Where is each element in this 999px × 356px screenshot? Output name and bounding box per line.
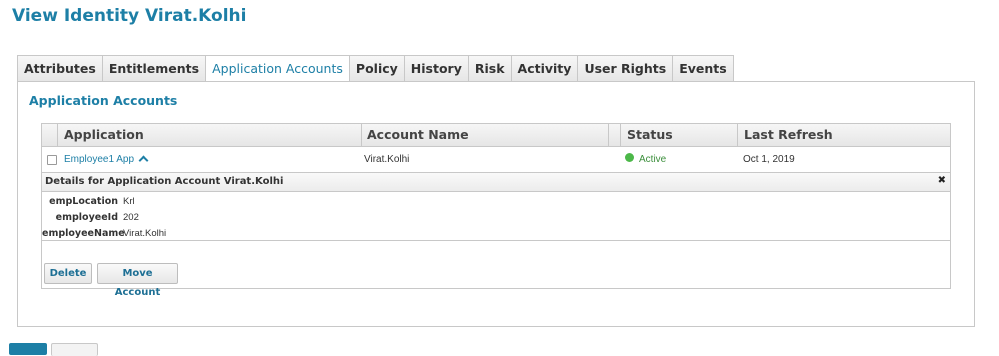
chevron-up-icon[interactable]: [138, 155, 149, 166]
tab-entitlements[interactable]: Entitlements: [101, 55, 206, 82]
account-name-cell: Virat.Kolhi: [364, 154, 410, 165]
tab-activity[interactable]: Activity: [510, 55, 578, 82]
tab-bar: Attributes Entitlements Application Acco…: [17, 55, 734, 83]
application-name[interactable]: Employee1 App: [64, 154, 134, 165]
attribute-value: Krl: [123, 196, 135, 207]
tab-risk[interactable]: Risk: [467, 55, 511, 82]
column-header-status[interactable]: Status: [621, 124, 738, 146]
table-row[interactable]: Employee1 App Virat.Kolhi Active Oct 1, …: [42, 147, 950, 171]
move-account-button[interactable]: Move Account: [97, 263, 178, 298]
section-title: Application Accounts: [29, 93, 178, 108]
column-separator: [57, 124, 58, 146]
accounts-grid: Application Account Name Status Last Ref…: [41, 123, 951, 298]
attribute-key: employeeName: [42, 228, 125, 239]
details-header: Details for Application Account Virat.Ko…: [42, 172, 950, 192]
column-header-last-refresh[interactable]: Last Refresh: [738, 124, 938, 146]
tab-application-accounts[interactable]: Application Accounts: [205, 55, 349, 83]
tab-history[interactable]: History: [403, 55, 468, 82]
status-dot-icon: [625, 153, 634, 162]
grid-header: Application Account Name Status Last Ref…: [42, 124, 950, 147]
row-checkbox[interactable]: [47, 155, 57, 165]
tab-events[interactable]: Events: [672, 55, 734, 82]
application-accounts-panel: Application Accounts Application Account…: [17, 81, 975, 327]
attribute-value: 202: [123, 212, 139, 223]
page-title: View Identity Virat.Kolhi: [12, 6, 247, 26]
tab-policy[interactable]: Policy: [348, 55, 404, 82]
primary-button[interactable]: [9, 343, 47, 355]
attribute-key: employeeId: [55, 212, 118, 223]
secondary-button[interactable]: [51, 343, 98, 356]
column-separator: [608, 124, 609, 146]
details-attributes: empLocation Krl employeeId 202 employeeN…: [42, 191, 950, 241]
status-cell: Active: [639, 154, 667, 165]
attribute-value: Virat.Kolhi: [123, 228, 167, 239]
details-title: Details for Application Account Virat.Ko…: [45, 176, 284, 187]
column-header-application[interactable]: Application: [58, 124, 358, 146]
close-icon[interactable]: ✖: [938, 175, 946, 186]
delete-button[interactable]: Delete: [44, 263, 92, 284]
last-refresh-cell: Oct 1, 2019: [743, 154, 795, 165]
application-link[interactable]: Employee1 App: [64, 154, 149, 166]
tab-attributes[interactable]: Attributes: [17, 55, 102, 82]
attribute-key: empLocation: [49, 196, 118, 207]
tab-user-rights[interactable]: User Rights: [577, 55, 673, 82]
column-header-account-name[interactable]: Account Name: [361, 124, 609, 146]
